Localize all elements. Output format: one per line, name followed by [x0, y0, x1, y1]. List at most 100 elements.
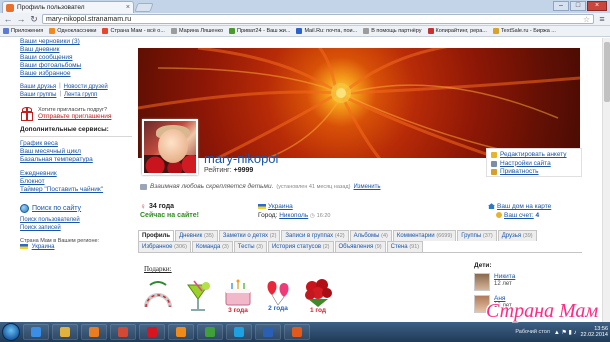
- new-tab-button[interactable]: [134, 3, 154, 12]
- taskbar-app[interactable]: [81, 324, 107, 340]
- bookmark-label: Приват24 - Ваш жи...: [237, 28, 291, 34]
- taskbar-app[interactable]: [255, 324, 281, 340]
- profile-tab[interactable]: Записи в группах (42): [281, 230, 349, 241]
- search-posts-link[interactable]: Поиск записей: [20, 224, 132, 232]
- apps-icon: [3, 28, 9, 34]
- service-link[interactable]: Блокнот: [20, 178, 132, 186]
- profile-tab[interactable]: Тесты (3): [233, 241, 267, 252]
- profile-tab[interactable]: Друзья (39): [497, 230, 537, 241]
- profile-tab[interactable]: Профиль: [138, 230, 175, 241]
- back-arrow-icon[interactable]: ←: [3, 14, 13, 24]
- house-map-link[interactable]: Ваш дом на карте: [497, 203, 551, 210]
- children-title: Дети:: [474, 262, 492, 269]
- friends-news-link[interactable]: Новости друзей: [64, 83, 108, 91]
- profile-tab[interactable]: История статусов (2): [267, 241, 334, 252]
- profile-tab[interactable]: Стена (91): [386, 241, 424, 252]
- profile-tab[interactable]: Группы (37): [457, 230, 497, 241]
- globe-icon: [20, 204, 29, 213]
- cocktail-gift-icon[interactable]: [180, 277, 216, 317]
- taskbar-app[interactable]: [197, 324, 223, 340]
- address-bar[interactable]: mary-nikopol.stranamam.ru ☆: [42, 14, 594, 24]
- send-invites-link[interactable]: Отправьте приглашения: [38, 113, 111, 120]
- sidebar-link[interactable]: Ваши фотоальбомы: [20, 62, 132, 70]
- profile-tab[interactable]: Дневник (35): [175, 230, 218, 241]
- bookmark-item[interactable]: TextSale.ru - Биржа ...: [492, 28, 556, 34]
- maximize-button[interactable]: □: [570, 1, 586, 11]
- search-users-link[interactable]: Поиск пользователей: [20, 216, 132, 224]
- horseshoe-gift-icon[interactable]: [140, 277, 176, 317]
- service-link[interactable]: График веса: [20, 140, 132, 148]
- bookmark-item[interactable]: Одноклассники: [49, 28, 96, 34]
- forward-arrow-icon[interactable]: →: [16, 14, 26, 24]
- taskbar-app[interactable]: [168, 324, 194, 340]
- bookmark-item[interactable]: В помощь партнёру: [363, 28, 422, 34]
- profile-avatar[interactable]: [142, 119, 198, 175]
- tab-count: (2): [322, 244, 330, 250]
- profile-tab[interactable]: Избранное (306): [138, 241, 191, 252]
- country-link[interactable]: Украина: [268, 203, 293, 210]
- profile-tab[interactable]: Заметки о детях (2): [218, 230, 281, 241]
- groups-link[interactable]: Ваши группы: [20, 91, 56, 99]
- taskbar-app[interactable]: [139, 324, 165, 340]
- friends-link[interactable]: Ваши друзья: [20, 83, 56, 91]
- tab-label: Записи в группах: [285, 233, 334, 239]
- bookmark-item[interactable]: Копирайтинг, рера...: [427, 28, 487, 34]
- service-link[interactable]: Таймер "Поставить чайник": [20, 186, 132, 194]
- bookmark-item[interactable]: Приложения: [3, 28, 43, 34]
- profile-tab[interactable]: Команда (3): [191, 241, 233, 252]
- bookmark-item[interactable]: Страна Мам - всё о...: [102, 28, 165, 34]
- minimize-button[interactable]: –: [553, 1, 569, 11]
- clock[interactable]: 13:56 22.02.2014: [580, 326, 608, 338]
- sidebar-link[interactable]: Ваше избранное: [20, 70, 132, 78]
- rating-value: +9999: [233, 167, 254, 174]
- edit-profile-link[interactable]: Редактировать анкету: [500, 151, 567, 160]
- coin-icon: [496, 212, 502, 219]
- start-button[interactable]: [2, 323, 20, 341]
- tab-close-icon[interactable]: ×: [126, 4, 130, 11]
- desktop-label[interactable]: Рабочий стол: [515, 329, 550, 335]
- taskbar-app[interactable]: [110, 324, 136, 340]
- sidebar-link[interactable]: Ваш дневник: [20, 46, 132, 54]
- bookmark-item[interactable]: Mail.Ru: почта, пои...: [296, 28, 357, 34]
- profile-tab[interactable]: Объявления (9): [334, 241, 386, 252]
- city-link[interactable]: Никополь: [279, 212, 308, 219]
- user-links: Ваши черновики (3) Ваш дневник Ваши сообще…: [20, 38, 132, 78]
- clock-icon: ◷: [310, 213, 315, 219]
- profile-tab[interactable]: Альбомы (4): [349, 230, 392, 241]
- roses-1year-gift-icon[interactable]: 1 год: [300, 277, 336, 317]
- region-link[interactable]: Украина: [32, 244, 55, 250]
- close-window-button[interactable]: ×: [587, 1, 607, 11]
- house-block: Ваш дом на карте Ваш счет: 4: [488, 202, 551, 220]
- taskbar-app[interactable]: [23, 324, 49, 340]
- sidebar-link[interactable]: Ваши черновики (3): [20, 38, 132, 46]
- child-name[interactable]: Никита: [494, 273, 515, 281]
- sidebar-link[interactable]: Ваши сообщения: [20, 54, 132, 62]
- menu-icon[interactable]: ≡: [597, 14, 607, 24]
- reload-icon[interactable]: ↻: [29, 14, 39, 24]
- age-row: ♀ 34 года: [140, 202, 174, 211]
- taskbar-app[interactable]: [284, 324, 310, 340]
- bookmark-star-icon[interactable]: ☆: [583, 15, 590, 24]
- balloons-2years-gift-icon[interactable]: 2 года: [260, 277, 296, 317]
- username[interactable]: mary-nikopol: [204, 151, 278, 166]
- service-link[interactable]: Базальная температура: [20, 156, 132, 164]
- cake-3years-gift-icon[interactable]: 3 года: [220, 277, 256, 317]
- page-scrollbar[interactable]: [602, 38, 610, 322]
- site-settings-link[interactable]: Настройки сайта: [500, 160, 551, 169]
- copywriting-icon: [427, 28, 434, 34]
- groups-feed-link[interactable]: Лента групп: [64, 91, 97, 99]
- child-photo[interactable]: [474, 273, 490, 291]
- scrollbar-thumb[interactable]: [604, 42, 610, 102]
- search-site-link[interactable]: Поиск по сайту: [32, 205, 81, 213]
- service-link[interactable]: Ежедневник: [20, 170, 132, 178]
- service-link[interactable]: Ваш месячный цикл: [20, 148, 132, 156]
- taskbar-app[interactable]: [52, 324, 78, 340]
- bookmark-item[interactable]: Марина Ляшенко: [170, 28, 223, 34]
- browser-tab[interactable]: Профиль пользовател ×: [2, 1, 134, 13]
- privacy-link[interactable]: Приватность: [500, 168, 539, 177]
- account-link[interactable]: Ваш счет:: [504, 212, 534, 219]
- profile-tab[interactable]: Комментарии (6699): [392, 230, 457, 241]
- bookmark-item[interactable]: Приват24 - Ваш жи...: [229, 28, 290, 34]
- change-status-link[interactable]: Изменить: [353, 184, 380, 190]
- taskbar-app[interactable]: [226, 324, 252, 340]
